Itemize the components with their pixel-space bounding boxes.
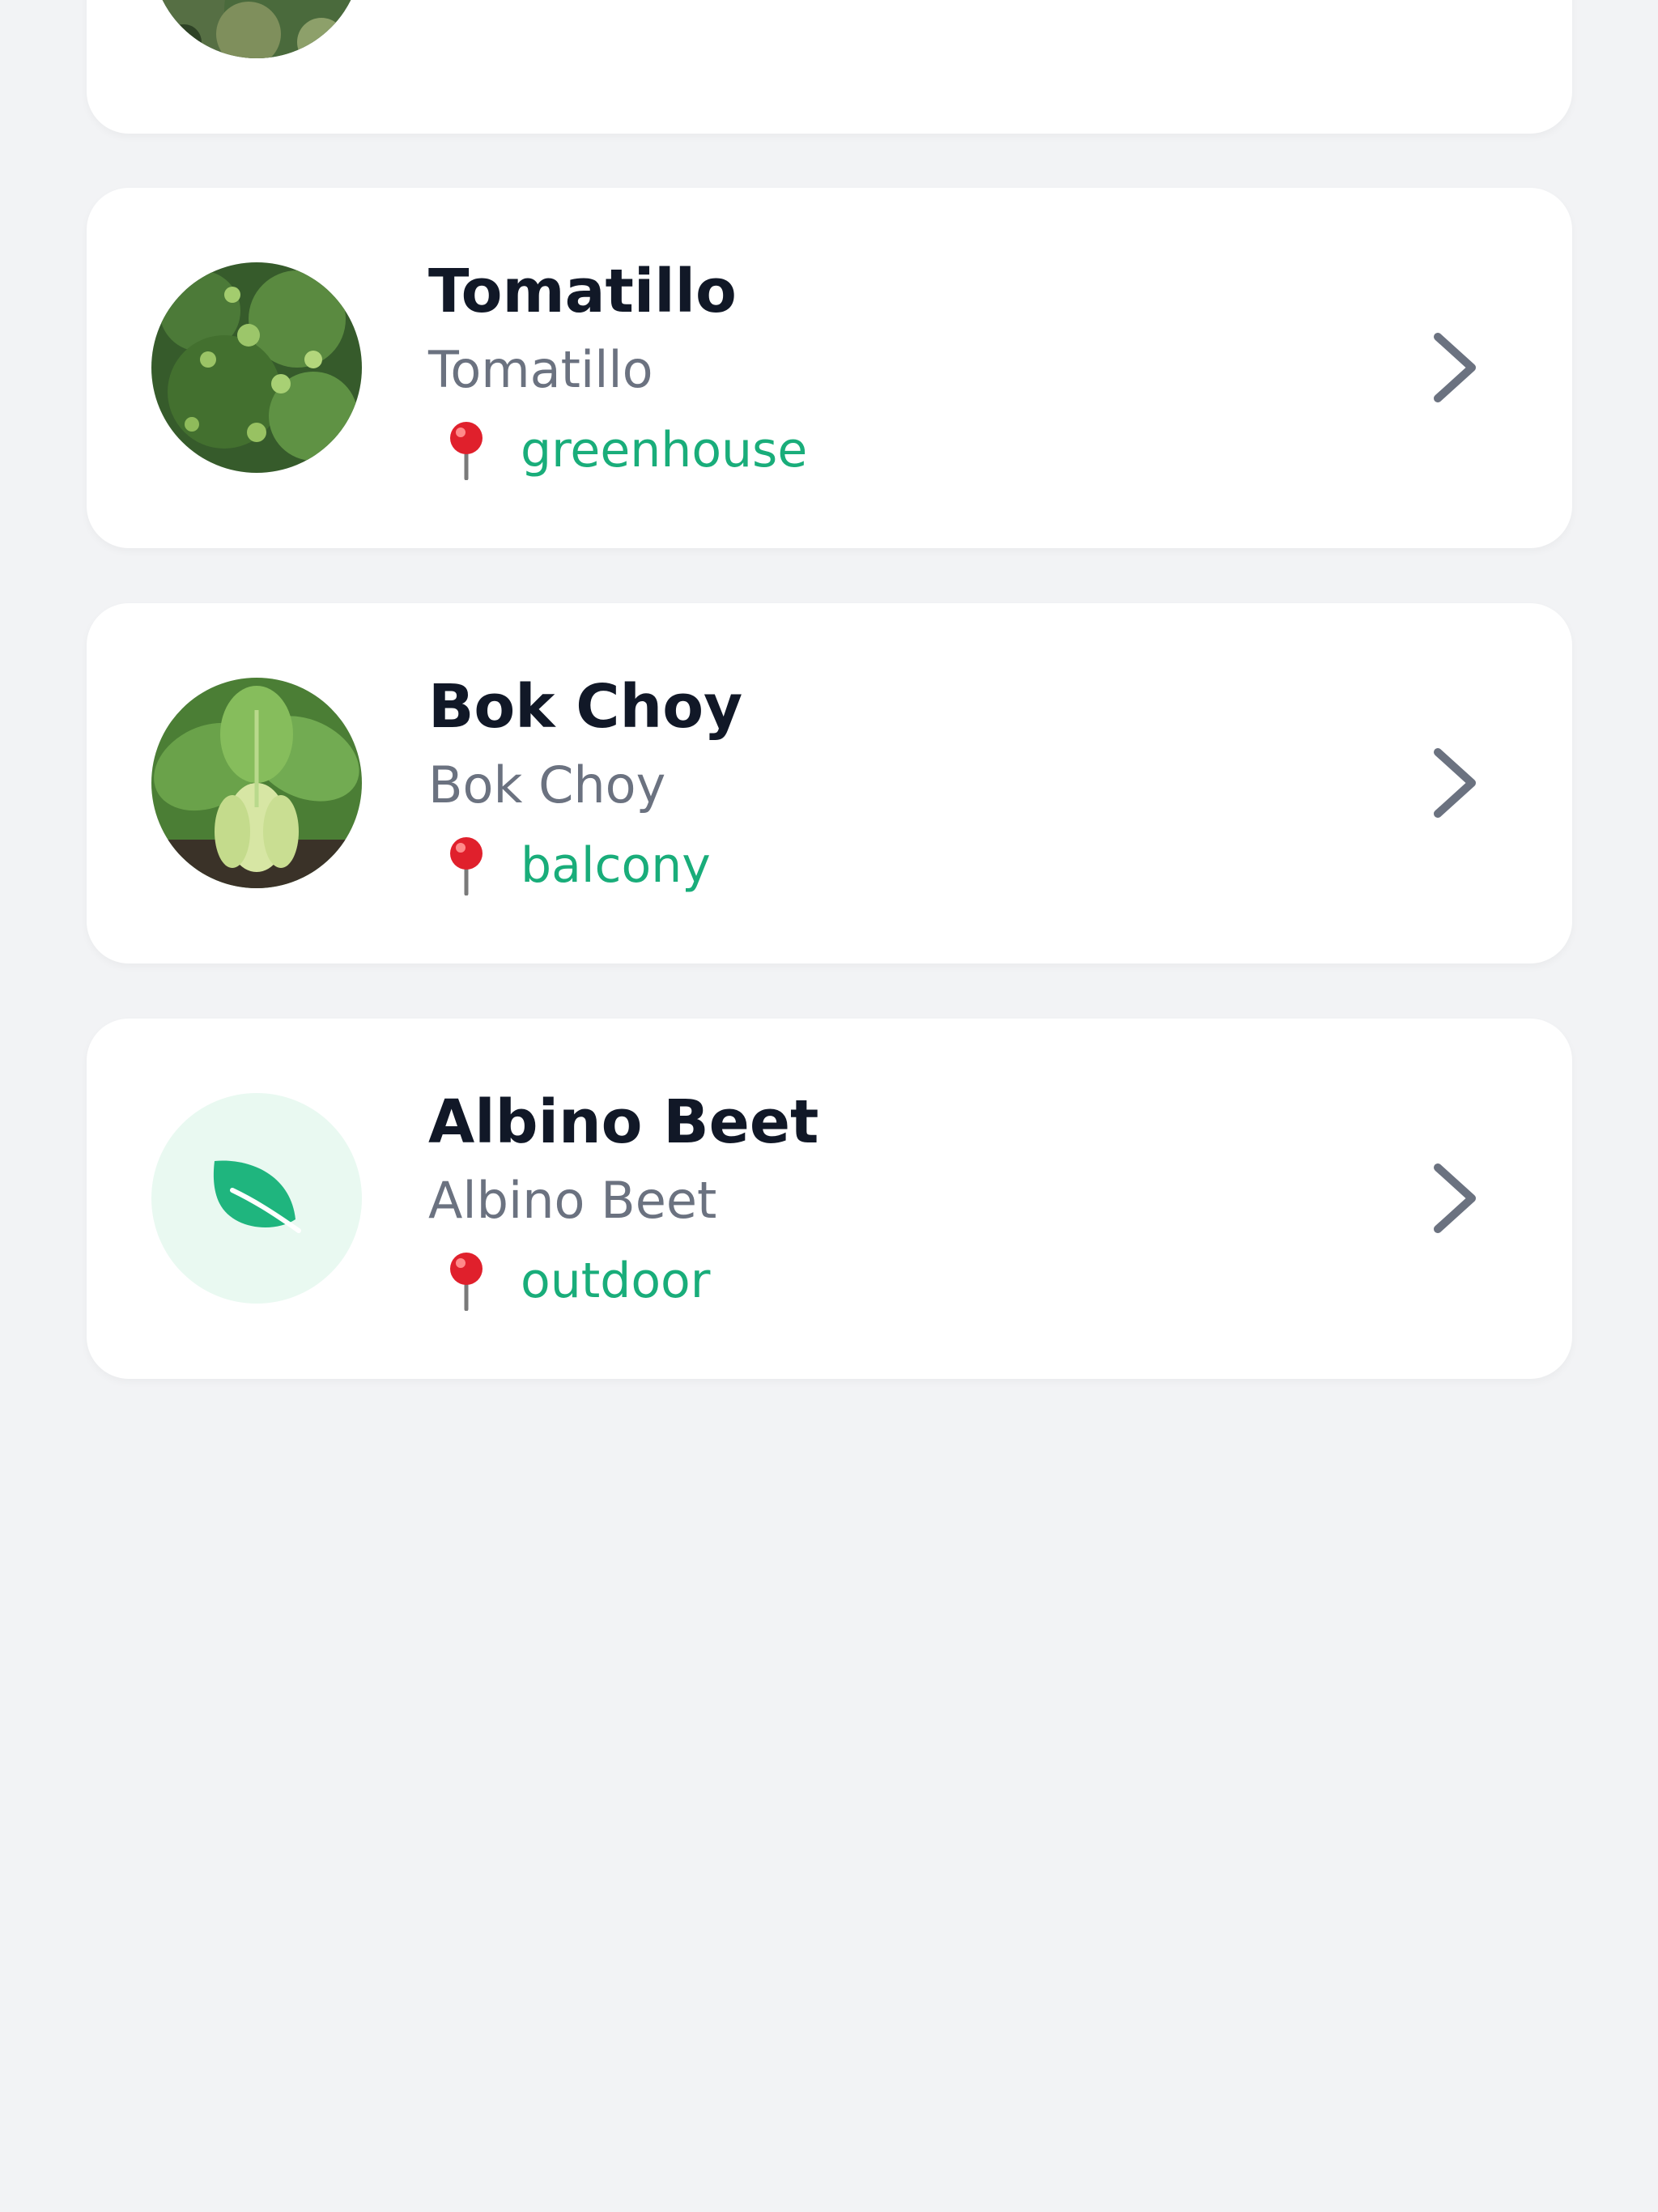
plant-card[interactable]: Tomatillo Tomatillo greenhouse xyxy=(87,188,1572,548)
plant-card[interactable]: Bok Choy Bok Choy balcony xyxy=(87,603,1572,963)
map-pin-icon xyxy=(450,837,483,895)
plant-name: Bok Choy xyxy=(428,672,743,742)
plant-scientific-name: Albino Beet xyxy=(428,1171,717,1230)
leaf-icon xyxy=(213,1160,301,1233)
plant-location-label: outdoor xyxy=(521,1253,711,1309)
plant-thumbnail xyxy=(151,262,362,473)
plant-text-group: Tomatillo Tomatillo greenhouse xyxy=(428,253,1400,491)
plant-thumbnail-placeholder xyxy=(151,1093,362,1304)
plant-location: greenhouse xyxy=(428,410,1400,491)
chevron-right-icon xyxy=(1434,333,1476,402)
plant-location-label: balcony xyxy=(521,837,711,894)
plant-card[interactable]: Albino Beet Albino Beet outdoor xyxy=(87,1019,1572,1379)
plant-scientific-name: Bok Choy xyxy=(428,755,666,815)
plant-text-group: Bok Choy Bok Choy balcony xyxy=(428,668,1400,906)
map-pin-icon xyxy=(450,422,483,480)
chevron-right-icon xyxy=(1434,1163,1476,1233)
map-pin-icon xyxy=(450,1253,483,1311)
plant-name: Albino Beet xyxy=(428,1087,819,1157)
plant-scientific-name: Tomatillo xyxy=(428,340,653,399)
plant-thumbnail xyxy=(151,0,362,58)
plant-card[interactable]: indoor xyxy=(87,0,1572,134)
plant-text-group: Albino Beet Albino Beet outdoor xyxy=(428,1083,1400,1321)
plant-location: balcony xyxy=(428,825,1400,906)
plant-list: indoor Tomatillo xyxy=(0,0,1658,2212)
plant-location: outdoor xyxy=(428,1240,1400,1321)
plant-thumbnail xyxy=(151,678,362,888)
plant-name: Tomatillo xyxy=(428,257,737,326)
plant-location-label: greenhouse xyxy=(521,422,808,479)
chevron-right-icon xyxy=(1434,748,1476,818)
